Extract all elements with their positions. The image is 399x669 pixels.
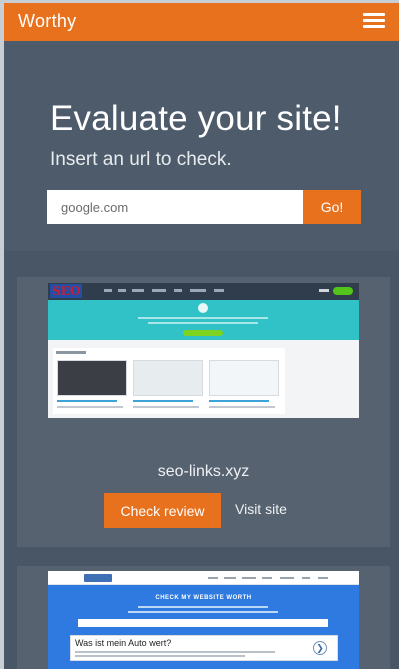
thumbnail-article-text xyxy=(133,406,199,408)
site-name: seo-links.xyz xyxy=(157,463,250,480)
thumbnail-hero-button xyxy=(183,330,223,336)
hamburger-menu-icon[interactable] xyxy=(363,13,385,29)
hero-section: Evaluate your site! Insert an url to che… xyxy=(4,41,399,251)
thumbnail-nav-link xyxy=(280,577,294,579)
thumbnail-hero xyxy=(48,300,359,340)
thumbnail-nav-link xyxy=(224,577,236,579)
site-thumbnail[interactable]: CHECK MY WEBSITE WORTH Was ist mein Auto… xyxy=(48,571,359,669)
thumbnail-logo: SEO xyxy=(50,284,83,298)
thumbnail-logo xyxy=(84,574,112,582)
thumbnail-article-image xyxy=(133,360,203,396)
thumbnail-nav-link xyxy=(174,289,182,292)
hero-title: Evaluate your site! xyxy=(50,99,342,138)
site-thumbnail[interactable]: SEO xyxy=(48,283,359,418)
thumbnail-article-text xyxy=(57,406,123,408)
hamburger-bar xyxy=(363,13,385,16)
thumbnail-body xyxy=(48,340,359,418)
thumbnail-panel-heading xyxy=(56,351,86,354)
thumbnail-nav-link xyxy=(190,289,206,292)
thumbnail-nav-link xyxy=(118,289,126,292)
thumbnail-ad-text xyxy=(75,655,245,657)
site-card: SEO seo-links.xyz Check review Visit sit… xyxy=(17,277,390,547)
thumbnail-article-title xyxy=(57,400,117,402)
thumbnail-login-link xyxy=(319,289,329,292)
thumbnail-subtext xyxy=(138,606,268,608)
thumbnail-heading: CHECK MY WEBSITE WORTH xyxy=(155,595,252,601)
hero-subtitle: Insert an url to check. xyxy=(50,149,232,170)
thumbnail-news-panel xyxy=(53,348,285,414)
thumbnail-navbar xyxy=(48,571,359,585)
thumbnail-nav-link xyxy=(104,289,112,292)
thumbnail-nav-link xyxy=(242,577,256,579)
hamburger-bar xyxy=(363,25,385,28)
site-card: CHECK MY WEBSITE WORTH Was ist mein Auto… xyxy=(17,566,390,669)
thumbnail-nav-link xyxy=(318,577,328,579)
thumbnail-nav-link xyxy=(152,289,166,292)
visit-site-link[interactable]: Visit site xyxy=(235,501,287,517)
top-navbar: Worthy xyxy=(4,3,399,41)
thumbnail-nav-link xyxy=(262,577,272,579)
thumbnail-signup-pill xyxy=(333,287,353,295)
thumbnail-url-bar xyxy=(78,619,328,627)
thumbnail-hero-text xyxy=(148,322,258,324)
thumbnail-hero-text xyxy=(138,317,268,319)
thumbnail-article-image xyxy=(209,360,279,396)
brand-logo[interactable]: Worthy xyxy=(18,11,76,32)
go-button[interactable]: Go! xyxy=(303,190,361,224)
thumbnail-article-title xyxy=(133,400,193,402)
thumbnail-article-image xyxy=(57,360,127,396)
arrow-right-circle-icon: ❯ xyxy=(313,641,327,655)
thumbnail-navbar: SEO xyxy=(48,283,359,300)
thumbnail-subtext xyxy=(128,611,278,613)
app-frame: Worthy Evaluate your site! Insert an url… xyxy=(4,3,399,669)
thumbnail-ad-text xyxy=(75,651,275,653)
thumbnail-nav-link xyxy=(214,289,224,292)
thumbnail-article-title xyxy=(209,400,269,402)
url-input[interactable] xyxy=(47,190,303,224)
check-review-button[interactable]: Check review xyxy=(104,493,221,528)
thumbnail-article-text xyxy=(209,406,275,408)
thumbnail-nav-link xyxy=(132,289,144,292)
thumbnail-ad-title: Was ist mein Auto wert? xyxy=(75,638,172,648)
thumbnail-nav-link xyxy=(208,577,218,579)
thumbnail-ad-banner: Was ist mein Auto wert? ❯ xyxy=(70,635,338,661)
hamburger-bar xyxy=(363,19,385,22)
thumbnail-nav-link xyxy=(302,577,310,579)
thumbnail-hero-icon xyxy=(198,303,208,313)
